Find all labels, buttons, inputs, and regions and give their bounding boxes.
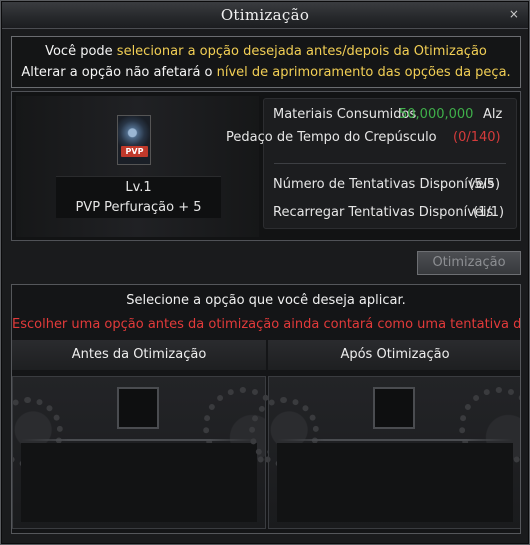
info-line-2-text: Alterar a opção não afetará o bbox=[21, 65, 217, 80]
select-warning: Escolher uma opção antes da otimização a… bbox=[12, 317, 521, 332]
item-name: PVP Perfuração + 5 bbox=[75, 200, 202, 215]
option-select-section: Selecione a opção que você deseja aplica… bbox=[11, 284, 521, 534]
reload-label: Recarregar Tentativas Disponíveis bbox=[273, 205, 494, 220]
after-option-list[interactable] bbox=[277, 443, 513, 522]
item-box: PVP Lv.1 PVP Perfuração + 5 bbox=[16, 96, 259, 237]
attempts-label: Número de Tentativas Disponíveis bbox=[273, 177, 494, 192]
info-line-2: Alterar a opção não afetará o nível de a… bbox=[12, 62, 520, 83]
window-title: Otimização bbox=[220, 6, 310, 24]
before-option-slot[interactable] bbox=[117, 387, 159, 429]
before-optimization-panel bbox=[12, 376, 283, 529]
cost-stats: Materiais Consumidos 50,000,000 Alz Peda… bbox=[226, 98, 517, 229]
reload-value: (1/1) bbox=[473, 205, 505, 220]
close-icon[interactable]: × bbox=[506, 6, 522, 22]
piece-label: Pedaço de Tempo do Crepúsculo bbox=[226, 130, 437, 145]
window-titlebar[interactable]: Otimização × bbox=[2, 2, 528, 29]
info-line-1-text: Você pode bbox=[45, 44, 117, 59]
materials-value: 50,000,000 bbox=[399, 107, 474, 122]
after-optimization-column: Após Otimização bbox=[249, 340, 520, 530]
item-label: Lv.1 PVP Perfuração + 5 bbox=[56, 176, 221, 218]
info-line-1: Você pode selecionar a opção desejada an… bbox=[12, 41, 520, 62]
select-title: Selecione a opção que você deseja aplica… bbox=[126, 293, 406, 308]
optimize-button[interactable]: Otimização bbox=[417, 251, 521, 275]
before-optimization-column: Antes da Otimização bbox=[12, 340, 283, 530]
materials-unit: Alz bbox=[483, 107, 503, 122]
pvp-badge: PVP bbox=[121, 146, 148, 157]
materials-label: Materiais Consumidos bbox=[273, 107, 417, 122]
before-option-list[interactable] bbox=[21, 443, 257, 522]
info-line-1-highlight: selecionar a opção desejada antes/depois… bbox=[116, 44, 487, 59]
item-level: Lv.1 bbox=[125, 180, 152, 195]
before-optimization-label: Antes da Otimização bbox=[12, 340, 266, 370]
after-optimization-label: Após Otimização bbox=[268, 340, 520, 370]
slot-divider bbox=[277, 439, 513, 441]
after-optimization-panel bbox=[249, 376, 520, 529]
stats-divider bbox=[274, 163, 506, 164]
item-section: PVP Lv.1 PVP Perfuração + 5 Materiais Co… bbox=[11, 91, 521, 241]
info-line-2-highlight: nível de aprimoramento das opções da peç… bbox=[216, 65, 511, 80]
item-icon[interactable]: PVP bbox=[117, 115, 151, 165]
optimization-window: Otimização × Você pode selecionar a opçã… bbox=[0, 0, 530, 545]
slot-divider bbox=[21, 439, 257, 441]
attempts-value: (5/5) bbox=[469, 177, 501, 192]
piece-value: (0/140) bbox=[453, 130, 501, 145]
after-option-slot[interactable] bbox=[373, 387, 415, 429]
info-panel: Você pode selecionar a opção desejada an… bbox=[11, 36, 521, 88]
